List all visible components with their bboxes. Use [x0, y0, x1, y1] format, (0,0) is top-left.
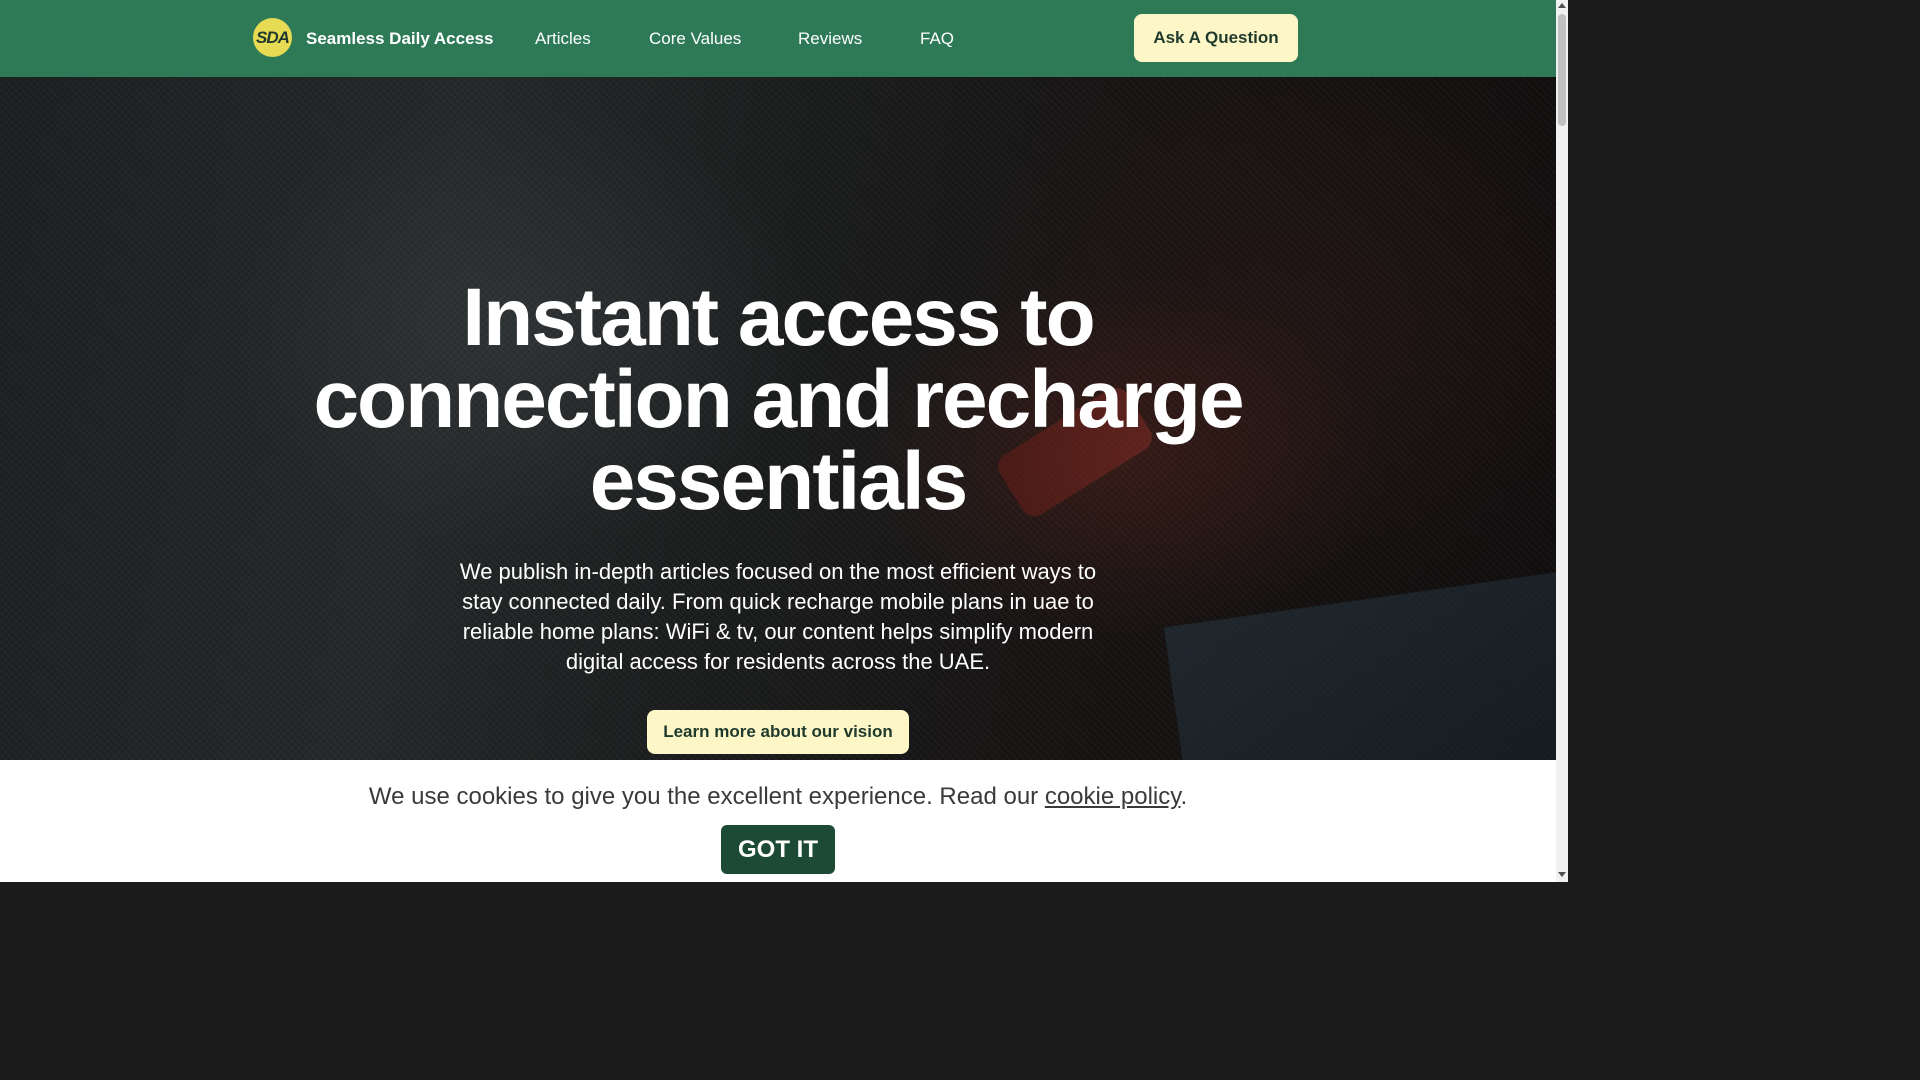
hero-title-line-3: essentials — [589, 436, 969, 527]
hero-title-line-1: Instant access to — [462, 272, 1095, 363]
nav-core-values[interactable]: Core Values — [649, 29, 741, 49]
cookie-message: We use cookies to give you the excellent… — [0, 783, 1556, 811]
nav-articles[interactable]: Articles — [535, 29, 591, 49]
nav-faq[interactable]: FAQ — [920, 29, 954, 49]
brand-name[interactable]: Seamless Daily Access — [306, 29, 493, 49]
page: SDA Seamless Daily Access Articles Core … — [0, 0, 1556, 882]
logo-badge[interactable]: SDA — [253, 18, 292, 57]
cookie-text-after: . — [1180, 783, 1188, 810]
cookie-banner: We use cookies to give you the excellent… — [0, 760, 1556, 882]
cookie-policy-link[interactable]: cookie policy — [1045, 783, 1181, 810]
nav-reviews[interactable]: Reviews — [798, 29, 862, 49]
page-scrollbar[interactable] — [1556, 0, 1568, 882]
site-header: SDA Seamless Daily Access Articles Core … — [0, 0, 1556, 77]
scroll-up-arrow-icon[interactable] — [1558, 3, 1566, 8]
scrollbar-thumb[interactable] — [1558, 14, 1566, 126]
hero-title-line-2: connection and recharge — [313, 354, 1244, 445]
ask-question-button[interactable]: Ask A Question — [1134, 14, 1298, 62]
scroll-down-arrow-icon[interactable] — [1558, 872, 1566, 877]
hero-title: Instant access to connection and recharg… — [0, 277, 1556, 523]
learn-more-vision-button[interactable]: Learn more about our vision — [647, 710, 909, 754]
hero-description: We publish in-depth articles focused on … — [459, 559, 1097, 674]
cookie-accept-button[interactable]: GOT IT — [721, 825, 835, 874]
cookie-text-before: We use cookies to give you the excellent… — [368, 783, 1045, 810]
